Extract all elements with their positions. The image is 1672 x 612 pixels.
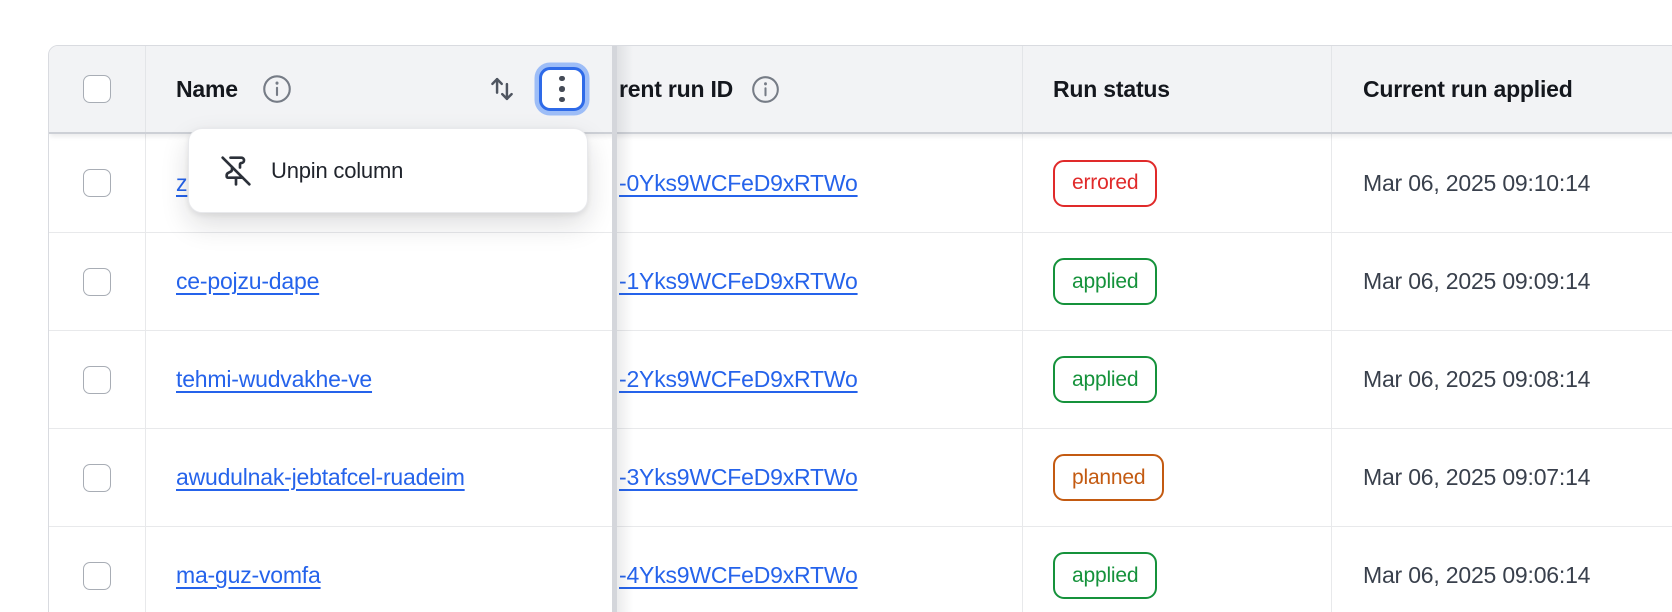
menu-item-label: Unpin column <box>271 158 403 184</box>
select-all-checkbox[interactable] <box>83 75 111 103</box>
run-id-link[interactable]: -3Yks9WCFeD9xRTWo <box>619 464 858 491</box>
column-menu-dropdown: Unpin column <box>188 128 588 213</box>
pinned-column-shadow <box>617 46 633 612</box>
sort-arrows-icon[interactable] <box>487 73 517 105</box>
kebab-menu-icon <box>559 76 565 82</box>
run-status-header-cell: Run status <box>1023 46 1332 132</box>
row-checkbox[interactable] <box>83 366 111 394</box>
column-header-name: Name <box>176 76 238 103</box>
run-applied-timestamp: Mar 06, 2025 09:09:14 <box>1363 268 1590 295</box>
name-header-cell: Name <box>146 46 613 132</box>
info-icon[interactable] <box>751 75 780 104</box>
run-id-link[interactable]: -2Yks9WCFeD9xRTWo <box>619 366 858 393</box>
run-id-link[interactable]: -0Yks9WCFeD9xRTWo <box>619 170 858 197</box>
table-row: awudulnak-jebtafcel-ruadeim -3Yks9WCFeD9… <box>49 428 1672 526</box>
name-link[interactable]: z <box>176 170 187 197</box>
run-applied-timestamp: Mar 06, 2025 09:06:14 <box>1363 562 1590 589</box>
info-icon[interactable] <box>262 74 292 104</box>
row-checkbox[interactable] <box>83 562 111 590</box>
status-badge: applied <box>1053 356 1157 403</box>
page: Name rent run ID <box>0 0 1672 612</box>
table-row: ce-pojzu-dape -1Yks9WCFeD9xRTWo applied … <box>49 232 1672 330</box>
table-header-row: Name rent run ID <box>49 46 1672 134</box>
name-link[interactable]: awudulnak-jebtafcel-ruadeim <box>176 464 465 491</box>
current-run-id-header-cell: rent run ID <box>613 46 1023 132</box>
table-row: ma-guz-vomfa -4Yks9WCFeD9xRTWo applied M… <box>49 526 1672 612</box>
status-badge: errored <box>1053 160 1157 207</box>
run-id-link[interactable]: -4Yks9WCFeD9xRTWo <box>619 562 858 589</box>
row-checkbox[interactable] <box>83 464 111 492</box>
status-badge: applied <box>1053 552 1157 599</box>
column-header-run-status: Run status <box>1053 76 1170 103</box>
name-link[interactable]: ce-pojzu-dape <box>176 268 319 295</box>
pin-off-icon <box>220 155 252 187</box>
column-header-current-run-id: rent run ID <box>619 76 733 103</box>
row-checkbox[interactable] <box>83 268 111 296</box>
name-link[interactable]: tehmi-wudvakhe-ve <box>176 366 372 393</box>
current-run-applied-header-cell: Current run applied <box>1332 46 1672 132</box>
status-badge: applied <box>1053 258 1157 305</box>
run-applied-timestamp: Mar 06, 2025 09:10:14 <box>1363 170 1590 197</box>
select-all-header-cell <box>49 46 146 132</box>
row-checkbox[interactable] <box>83 169 111 197</box>
status-badge: planned <box>1053 454 1164 501</box>
column-menu-button[interactable] <box>539 67 585 111</box>
table-row: tehmi-wudvakhe-ve -2Yks9WCFeD9xRTWo appl… <box>49 330 1672 428</box>
column-header-current-run-applied: Current run applied <box>1363 76 1573 103</box>
run-applied-timestamp: Mar 06, 2025 09:08:14 <box>1363 366 1590 393</box>
run-applied-timestamp: Mar 06, 2025 09:07:14 <box>1363 464 1590 491</box>
name-link[interactable]: ma-guz-vomfa <box>176 562 321 589</box>
run-id-link[interactable]: -1Yks9WCFeD9xRTWo <box>619 268 858 295</box>
menu-item-unpin-column[interactable]: Unpin column <box>189 129 587 212</box>
